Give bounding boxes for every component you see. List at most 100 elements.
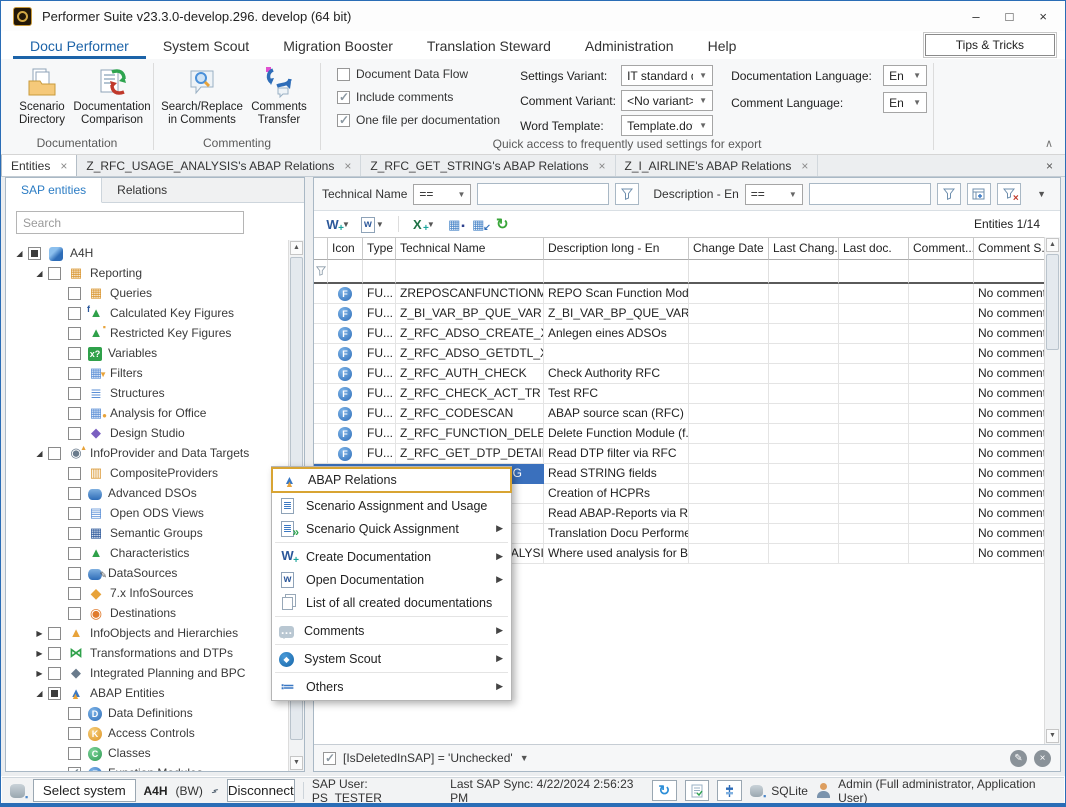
tree-item-classes[interactable]: CClasses (6, 743, 288, 763)
ribbon-tab-docu-performer[interactable]: Docu Performer (13, 33, 146, 59)
scroll-down-icon[interactable]: ▼ (290, 756, 303, 770)
menu-item-others[interactable]: Others▶ (272, 675, 511, 698)
tree-item-infoprovider-and-data-targets[interactable]: ◢InfoProvider and Data Targets (6, 443, 288, 463)
table-row[interactable]: FFU...Z_RFC_FUNCTION_DELEDelete Function… (314, 424, 1044, 444)
tree-item-compositeproviders[interactable]: CompositeProviders (6, 463, 288, 483)
column-header-change-date[interactable]: Change Date (689, 237, 769, 260)
ribbon-tab-administration[interactable]: Administration (568, 33, 691, 59)
tree-item-reporting[interactable]: ◢Reporting (6, 263, 288, 283)
comment-language-select[interactable]: En▼ (883, 92, 927, 113)
tree-item-structures[interactable]: Structures (6, 383, 288, 403)
tree-checkbox[interactable] (68, 347, 81, 360)
column-header-last-doc[interactable]: Last doc. (839, 237, 909, 260)
tree-item-transformations-and-dtps[interactable]: ▶Transformations and DTPs (6, 643, 288, 663)
scroll-down-icon[interactable]: ▼ (1046, 729, 1059, 743)
expander-open-icon[interactable]: ◢ (32, 269, 47, 278)
tree-checkbox[interactable] (68, 567, 81, 580)
settings-sliders-button[interactable] (717, 780, 742, 801)
tips-and-tricks-button[interactable]: Tips & Tricks (925, 34, 1055, 56)
tree-item-integrated-planning-and-bpc[interactable]: ▶Integrated Planning and BPC (6, 663, 288, 683)
tree-checkbox[interactable] (68, 587, 81, 600)
ribbon-tab-migration-booster[interactable]: Migration Booster (266, 33, 410, 59)
tree-checkbox[interactable] (68, 427, 81, 440)
tree-checkbox[interactable] (68, 547, 81, 560)
scroll-up-icon[interactable]: ▲ (290, 241, 303, 255)
auto-filter-cell[interactable] (544, 260, 689, 284)
tree-item-abap-entities[interactable]: ◢ABAP Entities (6, 683, 288, 703)
tree-item-function-modules[interactable]: FFunction Modules (6, 763, 288, 771)
document-tab-entities[interactable]: Entities× (1, 155, 77, 176)
table-row[interactable]: FFU...Z_RFC_AUTH_CHECKCheck Authority RF… (314, 364, 1044, 384)
auto-filter-cell[interactable] (769, 260, 839, 284)
open-word-documentation-button[interactable]: ▼ (359, 214, 390, 234)
technical-name-filter-input[interactable] (477, 183, 609, 205)
description-filter-input[interactable] (809, 183, 931, 205)
refresh-button[interactable] (492, 214, 513, 234)
ribbon-tab-system-scout[interactable]: System Scout (146, 33, 266, 59)
search-replace-in-comments-button[interactable]: Search/Replace in Comments (160, 62, 244, 135)
filter-enabled-checkbox[interactable] (323, 752, 336, 765)
active-filter-text[interactable]: [IsDeletedInSAP] = 'Unchecked' (343, 751, 513, 765)
current-user-label[interactable]: Admin (Full administrator, Application U… (838, 777, 1056, 805)
filter-menu-button[interactable] (615, 183, 639, 205)
tree-checkbox[interactable] (68, 327, 81, 340)
settings-variant-select[interactable]: IT standard document...▼ (621, 65, 713, 86)
tree-checkbox[interactable] (68, 507, 81, 520)
checkbox-icon[interactable] (337, 68, 350, 81)
table-row[interactable]: FFU...Z_RFC_GET_DTP_DETAILRead DTP filte… (314, 444, 1044, 464)
documentation-comparison-button[interactable]: Documentation Comparison (77, 62, 147, 135)
disconnect-button[interactable]: Disconnect (227, 779, 295, 802)
column-header-description-long-en[interactable]: Description long - En (544, 237, 689, 260)
collapse-ribbon-icon[interactable]: ∧ (1045, 137, 1053, 150)
create-word-documentation-button[interactable]: ▼ (322, 214, 356, 234)
checkbox-include-comments[interactable]: Include comments (337, 90, 500, 104)
tree-checkbox[interactable] (48, 447, 61, 460)
auto-filter-cell[interactable] (363, 260, 396, 284)
tree-item-variables[interactable]: Variables (6, 343, 288, 363)
tree-checkbox[interactable] (48, 667, 61, 680)
tree-checkbox[interactable] (68, 407, 81, 420)
expander-open-icon[interactable]: ◢ (32, 689, 47, 698)
close-button[interactable]: × (1039, 9, 1047, 24)
comment-variant-select[interactable]: <No variant>▼ (621, 90, 713, 111)
grid-scrollbar[interactable]: ▲ ▼ (1044, 237, 1060, 744)
menu-item-open-documentation[interactable]: Open Documentation▶ (272, 568, 511, 591)
tree-item-advanced-dsos[interactable]: Advanced DSOs (6, 483, 288, 503)
tree-item-analysis-for-office[interactable]: Analysis for Office (6, 403, 288, 423)
tab-close-icon[interactable]: × (344, 159, 351, 173)
auto-filter-cell[interactable] (328, 260, 363, 284)
grid-scrollbar-thumb[interactable] (1046, 254, 1059, 350)
column-header-comment-s[interactable]: Comment S... (974, 237, 1044, 260)
tree-item-filters[interactable]: Filters (6, 363, 288, 383)
expander-open-icon[interactable]: ◢ (12, 249, 27, 258)
tree-checkbox[interactable] (68, 767, 81, 772)
tree-item-queries[interactable]: Queries (6, 283, 288, 303)
tabstrip-close-icon[interactable]: × (1034, 155, 1065, 176)
tree-checkbox[interactable] (48, 267, 61, 280)
save-grid-layout-button[interactable] (444, 214, 465, 234)
tree-item-a4h[interactable]: ◢A4H (6, 243, 288, 263)
document-tab-z-rfc-usage-analysis-s-abap-relations[interactable]: Z_RFC_USAGE_ANALYSIS's ABAP Relations× (77, 155, 361, 176)
column-header-icon[interactable]: Icon (328, 237, 363, 260)
document-tab-z-i-airline-s-abap-relations[interactable]: Z_I_AIRLINE's ABAP Relations× (616, 155, 819, 176)
tree-checkbox[interactable] (28, 247, 41, 260)
checkbox-icon[interactable] (337, 91, 350, 104)
column-header-last-chang[interactable]: Last Chang... (769, 237, 839, 260)
menu-item-list-of-all-created-documentations[interactable]: List of all created documentations (272, 591, 511, 614)
tree-item-restricted-key-figures[interactable]: Restricted Key Figures (6, 323, 288, 343)
table-row[interactable]: FFU...Z_BI_VAR_BP_QUE_VARZ_BI_VAR_BP_QUE… (314, 304, 1044, 324)
expander-closed-icon[interactable]: ▶ (32, 669, 47, 678)
tree-item-datasources[interactable]: DataSources (6, 563, 288, 583)
tree-checkbox[interactable] (68, 527, 81, 540)
clear-filter-button[interactable]: × (997, 183, 1021, 205)
word-template-select[interactable]: Template.dotx (Local)▼ (621, 115, 713, 136)
load-grid-layout-button[interactable] (468, 214, 489, 234)
auto-filter-cell[interactable] (689, 260, 769, 284)
select-system-button[interactable]: Select system (33, 779, 135, 802)
apply-filter-button[interactable] (937, 183, 961, 205)
filter-op2-select[interactable]: ==▼ (745, 184, 803, 205)
documentation-language-select[interactable]: En▼ (883, 65, 927, 86)
tree-checkbox[interactable] (68, 747, 81, 760)
tree-item-infoobjects-and-hierarchies[interactable]: ▶InfoObjects and Hierarchies (6, 623, 288, 643)
column-chooser-button[interactable] (967, 183, 991, 205)
